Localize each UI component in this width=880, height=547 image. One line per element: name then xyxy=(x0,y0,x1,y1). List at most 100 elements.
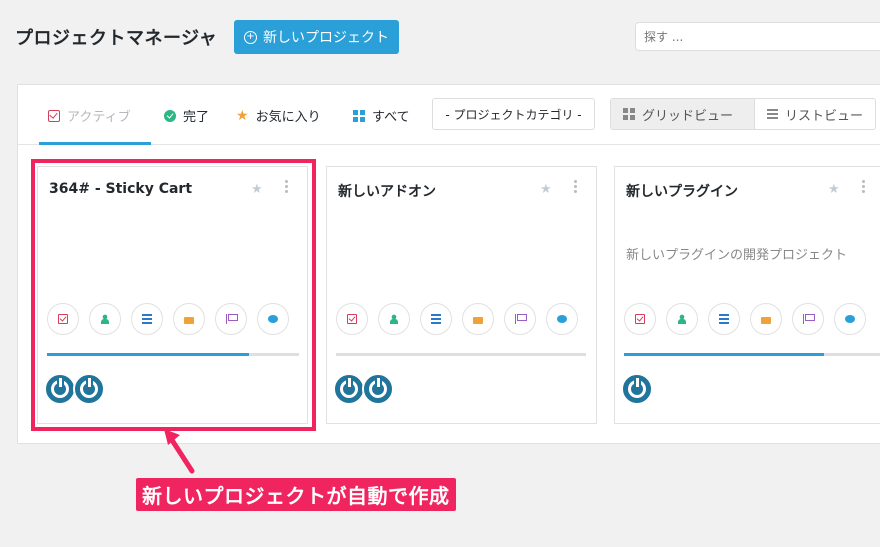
grid-view-label: グリッドビュー xyxy=(642,108,734,124)
more-options-icon[interactable] xyxy=(285,180,288,193)
list-icon xyxy=(719,314,729,324)
avatar[interactable] xyxy=(621,373,653,405)
chat-icon xyxy=(557,315,567,323)
progress-fill xyxy=(624,353,825,356)
page-title: プロジェクトマネージャ xyxy=(15,28,218,49)
milestone-button[interactable] xyxy=(792,303,824,335)
avatar[interactable] xyxy=(44,373,76,405)
folder-button[interactable] xyxy=(750,303,782,335)
avatar[interactable] xyxy=(73,373,105,405)
folder-icon xyxy=(473,317,483,324)
flag-icon xyxy=(803,314,815,324)
flag-icon xyxy=(226,314,238,324)
discussion-button[interactable] xyxy=(257,303,289,335)
chat-icon xyxy=(268,315,278,323)
discussion-button[interactable] xyxy=(834,303,866,335)
project-category-select[interactable]: - プロジェクトカテゴリ - xyxy=(432,98,595,130)
chat-icon xyxy=(845,315,855,323)
task-button[interactable] xyxy=(624,303,656,335)
new-project-label: 新しいプロジェクト xyxy=(263,30,389,46)
milestone-button[interactable] xyxy=(215,303,247,335)
member-avatars xyxy=(621,373,653,405)
project-title[interactable]: 新しいプラグイン xyxy=(626,181,738,201)
progress-bar xyxy=(624,353,880,356)
avatar[interactable] xyxy=(362,373,394,405)
checkbox-icon xyxy=(48,109,60,122)
tab-all[interactable]: すべて xyxy=(353,106,410,125)
project-title[interactable]: 364# - Sticky Cart xyxy=(49,181,192,197)
wordpress-icon xyxy=(369,378,387,398)
progress-fill xyxy=(47,353,249,356)
project-actions xyxy=(47,303,289,335)
list-button[interactable] xyxy=(420,303,452,335)
project-title[interactable]: 新しいアドオン xyxy=(338,181,436,201)
user-button[interactable] xyxy=(666,303,698,335)
avatar[interactable] xyxy=(333,373,365,405)
search-input[interactable] xyxy=(635,22,880,51)
project-card[interactable]: 新しいプラグイン ★ 新しいプラグインの開発プロジェクト xyxy=(614,166,880,424)
grid-icon xyxy=(623,108,635,120)
task-icon xyxy=(635,314,645,324)
wordpress-icon xyxy=(51,378,69,398)
tab-label: すべて xyxy=(372,110,410,125)
plus-circle-icon: + xyxy=(244,30,257,44)
member-avatars xyxy=(44,373,105,405)
new-project-button[interactable]: + 新しいプロジェクト xyxy=(234,20,399,54)
active-tab-indicator xyxy=(39,142,151,145)
folder-icon xyxy=(184,317,194,324)
discussion-button[interactable] xyxy=(546,303,578,335)
tab-active[interactable]: アクティブ xyxy=(48,106,131,125)
wordpress-icon xyxy=(80,378,98,398)
project-actions xyxy=(336,303,578,335)
tab-label: アクティブ xyxy=(67,110,131,125)
user-button[interactable] xyxy=(89,303,121,335)
project-card[interactable]: 新しいアドオン ★ xyxy=(326,166,597,424)
user-button[interactable] xyxy=(378,303,410,335)
progress-bar xyxy=(47,353,299,356)
more-options-icon[interactable] xyxy=(862,180,865,193)
more-options-icon[interactable] xyxy=(574,180,577,193)
folder-icon xyxy=(761,317,771,324)
user-icon xyxy=(677,314,687,324)
arrow-icon xyxy=(164,429,195,474)
flag-icon xyxy=(515,314,527,324)
list-view-label: リストビュー xyxy=(785,108,864,124)
annotation-callout: 新しいプロジェクトが自動で作成 xyxy=(136,478,456,511)
task-icon xyxy=(347,314,357,324)
milestone-button[interactable] xyxy=(504,303,536,335)
project-actions xyxy=(624,303,866,335)
tab-label: お気に入り xyxy=(255,110,321,125)
list-icon xyxy=(142,314,152,324)
projects-panel: アクティブ 完了 ★ お気に入り すべて - プロジェクトカテゴリ - グリッド… xyxy=(17,84,880,444)
grid-view-button[interactable]: グリッドビュー xyxy=(611,99,754,129)
task-button[interactable] xyxy=(336,303,368,335)
status-tabs: アクティブ 完了 ★ お気に入り すべて - プロジェクトカテゴリ - グリッド… xyxy=(18,85,880,145)
member-avatars xyxy=(333,373,394,405)
favorite-star-icon[interactable]: ★ xyxy=(251,182,263,197)
view-toggle: グリッドビュー リストビュー xyxy=(610,98,877,130)
grid-icon xyxy=(353,109,365,122)
folder-button[interactable] xyxy=(462,303,494,335)
project-description: 新しいプラグインの開発プロジェクト xyxy=(626,248,848,263)
user-icon xyxy=(389,314,399,324)
list-button[interactable] xyxy=(708,303,740,335)
project-card[interactable]: 364# - Sticky Cart ★ xyxy=(37,166,308,424)
user-icon xyxy=(100,314,110,324)
folder-button[interactable] xyxy=(173,303,205,335)
list-icon xyxy=(767,109,778,119)
tab-completed[interactable]: 完了 xyxy=(164,106,209,125)
tab-label: 完了 xyxy=(183,110,210,125)
task-icon xyxy=(58,314,68,324)
star-icon: ★ xyxy=(236,107,249,124)
list-button[interactable] xyxy=(131,303,163,335)
favorite-star-icon[interactable]: ★ xyxy=(540,182,552,197)
list-icon xyxy=(431,314,441,324)
list-view-button[interactable]: リストビュー xyxy=(754,99,876,129)
favorite-star-icon[interactable]: ★ xyxy=(828,182,840,197)
check-circle-icon xyxy=(164,109,176,122)
wordpress-icon xyxy=(628,378,646,398)
progress-bar xyxy=(336,353,586,356)
wordpress-icon xyxy=(340,378,358,398)
task-button[interactable] xyxy=(47,303,79,335)
tab-favorites[interactable]: ★ お気に入り xyxy=(236,106,321,126)
